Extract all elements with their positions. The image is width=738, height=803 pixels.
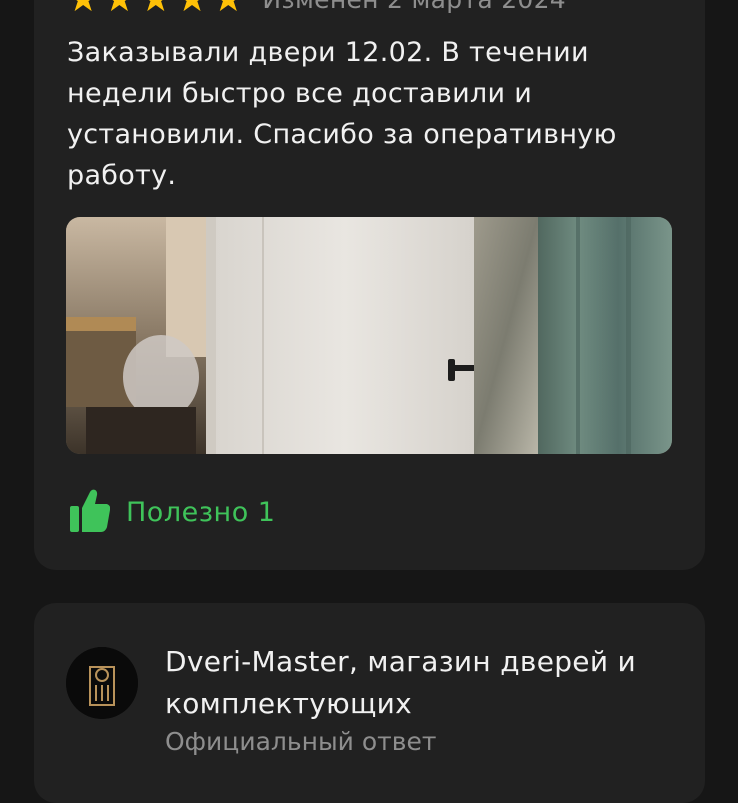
helpful-label: Полезно 1: [126, 496, 276, 528]
org-name-link[interactable]: Dveri-Master: [165, 645, 349, 678]
star-icon: ★: [176, 0, 208, 20]
organization-name[interactable]: Dveri-Master, магазин дверей и комплекту…: [165, 641, 685, 725]
star-icon: ★: [103, 0, 135, 20]
edited-date: Изменен 2 марта 2024: [262, 0, 566, 20]
thumbs-up-icon: [70, 488, 111, 536]
official-response-label: Официальный ответ: [165, 727, 437, 756]
review-text: Заказывали двери 12.02. В течении недели…: [67, 37, 617, 191]
reply-card: Dveri-Master, магазин дверей и комплекту…: [34, 603, 705, 803]
star-icon: ★: [212, 0, 244, 20]
door-photo-image: [66, 217, 672, 454]
company-logo: [66, 647, 138, 719]
review-card: ★ ★ ★ ★ ★ Изменен 2 марта 2024 Заказывал…: [34, 0, 705, 570]
rating-stars: ★ ★ ★ ★ ★: [67, 0, 244, 20]
star-icon: ★: [140, 0, 172, 20]
star-icon: ★: [67, 0, 99, 20]
review-photo[interactable]: [66, 217, 672, 454]
review-meta: ★ ★ ★ ★ ★ Изменен 2 марта 2024: [67, 0, 566, 20]
helpful-button[interactable]: Полезно 1: [70, 488, 275, 536]
